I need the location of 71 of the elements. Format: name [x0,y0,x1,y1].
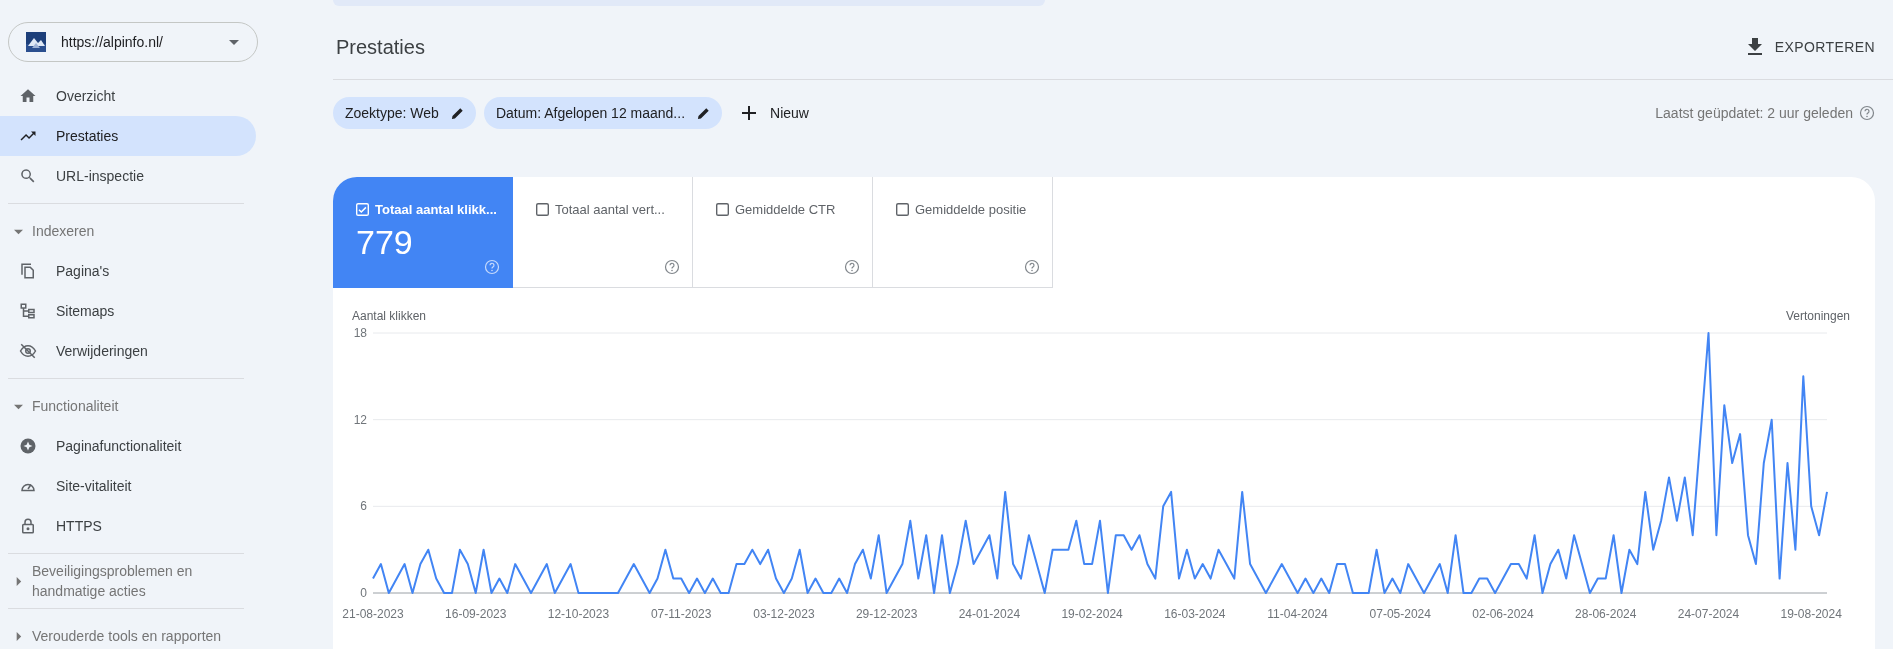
export-button[interactable]: EXPORTEREN [1747,30,1875,63]
pencil-icon [450,106,464,120]
home-icon [19,87,37,105]
x-tick-label: 02-06-2024 [1472,607,1534,621]
metric-label: Totaal aantal vert... [555,202,665,217]
plus-icon [742,106,757,120]
x-tick-label: 07-11-2023 [650,607,712,621]
y-tick-label: 0 [360,586,367,600]
x-tick-label: 28-06-2024 [1575,607,1637,621]
download-icon [1747,38,1762,55]
section-header[interactable]: Indexeren [0,211,240,251]
section-header[interactable]: Beveiligingsproblemen en handmatige acties [0,561,240,601]
section-header[interactable]: Verouderde tools en rapporten [0,616,240,649]
checkbox-icon [896,203,909,216]
help-icon[interactable] [1024,259,1040,275]
metric-tile[interactable]: Gemiddelde CTR [693,177,873,288]
search-icon [19,167,37,185]
x-tick-label: 07-05-2024 [1369,607,1431,621]
caret-right-icon [14,576,23,586]
x-tick-label: 03-12-2023 [753,607,815,621]
help-icon[interactable] [844,259,860,275]
metric-tile[interactable]: Totaal aantal klikk... 779 [333,177,513,288]
nav-item[interactable]: Verwijderingen [0,331,256,371]
nav-item[interactable]: Site-vitaliteit [0,466,256,506]
x-tick-label: 12-10-2023 [547,607,610,621]
y-tick-label: 6 [360,499,367,514]
eye-crossed-icon [19,342,37,360]
x-tick-label: 19-08-2024 [1780,607,1842,621]
x-tick-label: 24-07-2024 [1677,607,1740,621]
last-updated-text: Laatst geüpdatet: 2 uur geleden [1655,105,1853,121]
metric-label: Gemiddelde CTR [735,202,836,217]
nav-item[interactable]: Pagina's [0,251,256,291]
star-badge-icon [19,437,37,455]
filter-chip[interactable]: Zoektype: Web [333,97,476,129]
metric-label: Totaal aantal klikk... [375,202,497,217]
x-tick-label: 24-01-2024 [958,607,1021,621]
new-filter-button[interactable]: Nieuw [730,105,821,121]
axis-title: Vertoningen [1785,309,1850,323]
nav-item[interactable]: URL-inspectie [0,156,256,196]
x-tick-label: 11-04-2024 [1267,607,1328,621]
axis-title: Aantal klikken [352,309,427,323]
checkbox-icon [536,203,549,216]
page-title: Prestaties [336,34,425,59]
metric-label: Gemiddelde positie [915,202,1027,217]
metric-value: 779 [356,223,414,262]
x-tick-label: 29-12-2023 [855,607,918,621]
pages-icon [19,262,37,280]
sitemap-icon [19,302,37,320]
dropdown-caret-icon [229,39,239,45]
x-tick-label: 19-02-2024 [1061,607,1123,621]
x-tick-label: 16-03-2024 [1164,607,1226,621]
help-icon[interactable] [664,259,680,275]
caret-right-icon [14,631,23,641]
nav-item[interactable]: Overzicht [0,76,256,116]
metric-tile[interactable]: Totaal aantal vert... [513,177,693,288]
nav-item[interactable]: Prestaties [0,116,256,156]
lock-icon [19,517,37,535]
x-tick-label: 16-09-2023 [445,607,507,621]
nav-item[interactable]: Paginafunctionaliteit [0,426,256,466]
nav-item[interactable]: Sitemaps [0,291,256,331]
checkbox-icon [716,203,729,216]
metric-tile[interactable]: Gemiddelde positie [873,177,1053,288]
y-tick-label: 18 [353,326,367,340]
checkbox-checked-icon [356,203,369,216]
help-icon[interactable] [1859,105,1875,121]
nav-item[interactable]: HTTPS [0,506,256,546]
y-tick-label: 12 [353,412,367,427]
section-header[interactable]: Functionaliteit [0,386,240,426]
pencil-icon [697,106,711,120]
x-tick-label: 21-08-2023 [342,607,404,621]
filter-chip[interactable]: Datum: Afgelopen 12 maand... [483,97,723,129]
